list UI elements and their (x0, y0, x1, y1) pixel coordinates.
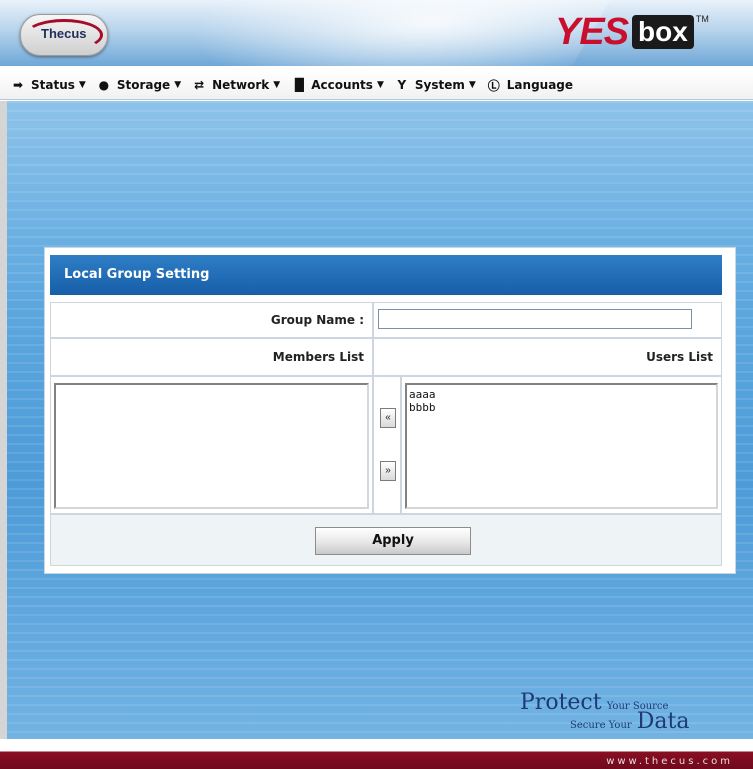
language-icon: Ⓛ (487, 78, 500, 93)
group-name-label: Group Name : (50, 302, 373, 338)
menu-system-label: System (414, 78, 465, 92)
group-name-cell (373, 302, 722, 338)
menu-language-label: Language (506, 78, 574, 92)
yes-box-logo: YES box TM (555, 12, 709, 52)
users-listbox[interactable]: aaaa bbbb (405, 383, 718, 509)
menu-accounts-label: Accounts (311, 78, 373, 92)
move-to-members-button[interactable]: « (380, 408, 396, 428)
system-icon: Y (397, 78, 407, 92)
move-to-users-button[interactable]: » (380, 461, 396, 481)
chevron-down-icon: ▼ (174, 80, 182, 90)
left-edge-strip (0, 101, 7, 739)
apply-row: Apply (50, 514, 722, 566)
chevron-down-icon: ▼ (376, 80, 384, 90)
members-listbox[interactable] (54, 383, 369, 509)
panel-title: Local Group Setting (50, 255, 722, 295)
secure-your-text: Secure Your (570, 720, 632, 731)
menu-status-label: Status (31, 78, 75, 92)
brand-box-text: box (632, 15, 694, 49)
logo-text: Thecus (41, 26, 87, 41)
list-item[interactable]: aaaa (409, 388, 714, 401)
accounts-icon: ▐▌ (290, 78, 309, 92)
menu-system[interactable]: Y System ▼ (394, 78, 476, 92)
menu-storage[interactable]: ● Storage ▼ (96, 78, 182, 92)
menu-status[interactable]: ➡ Status ▼ (10, 78, 86, 92)
network-icon: ⇄ (194, 78, 205, 92)
apply-button[interactable]: Apply (315, 527, 471, 555)
menu-language[interactable]: Ⓛ Language (486, 77, 573, 94)
brand-tm-text: TM (695, 14, 709, 24)
data-word: Data (636, 709, 690, 734)
menu-storage-label: Storage (116, 78, 171, 92)
menu-network[interactable]: ⇄ Network ▼ (191, 78, 280, 92)
brand-yes-text: YES (555, 11, 629, 53)
move-buttons-cell: « » (373, 376, 401, 514)
footer-url: www.thecus.com (606, 756, 733, 767)
users-list-label: Users List (373, 338, 722, 376)
status-icon: ➡ (12, 78, 24, 92)
protect-tagline: Protect Your Source Secure Your Data (520, 690, 689, 734)
members-list-label: Members List (50, 338, 373, 376)
storage-icon: ● (98, 78, 110, 92)
chevron-down-icon: ▼ (78, 80, 86, 90)
header-banner: Thecus YES box TM (0, 0, 753, 66)
group-name-input[interactable] (378, 309, 692, 329)
menu-accounts[interactable]: ▐▌ Accounts ▼ (290, 78, 384, 92)
chevron-down-icon: ▼ (273, 80, 281, 90)
members-list-cell (50, 376, 373, 514)
main-menu-bar: ➡ Status ▼ ● Storage ▼ ⇄ Network ▼ ▐▌ Ac… (0, 71, 753, 100)
chevron-down-icon: ▼ (468, 80, 476, 90)
thecus-logo: Thecus (20, 14, 108, 56)
list-item[interactable]: bbbb (409, 401, 714, 414)
users-list-cell: aaaa bbbb (401, 376, 722, 514)
menu-network-label: Network (212, 78, 270, 92)
